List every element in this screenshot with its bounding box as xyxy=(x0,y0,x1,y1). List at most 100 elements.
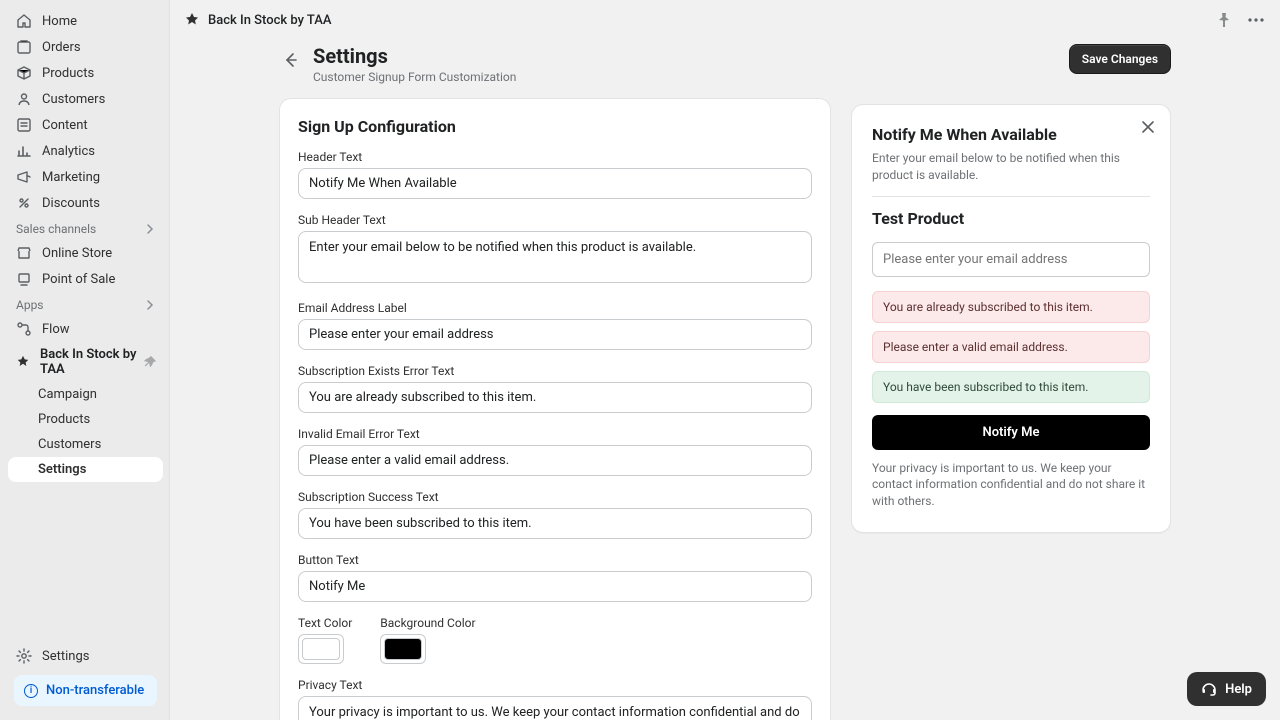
page-title: Settings xyxy=(313,44,516,68)
sidebar-item-label: Analytics xyxy=(42,144,95,159)
sidebar-item-label: Settings xyxy=(38,462,86,477)
card-title: Sign Up Configuration xyxy=(298,117,812,136)
sidebar-item-label: Customers xyxy=(42,92,105,107)
non-transferable-badge[interactable]: i Non-transferable xyxy=(14,675,157,706)
bg-color-value xyxy=(384,638,422,660)
pin-icon[interactable] xyxy=(143,355,157,369)
button-text-label: Button Text xyxy=(298,553,812,567)
sidebar-item-label: Point of Sale xyxy=(42,272,115,287)
sub-header-label: Sub Header Text xyxy=(298,213,812,227)
sidebar-item-online-store[interactable]: Online Store xyxy=(8,240,163,266)
more-icon[interactable] xyxy=(1246,10,1266,30)
preview-card: Notify Me When Available Enter your emai… xyxy=(851,104,1171,533)
sidebar-item-label: Campaign xyxy=(38,387,97,402)
orders-icon xyxy=(16,39,32,55)
store-icon xyxy=(16,245,32,261)
app-logo-icon xyxy=(184,12,200,28)
sidebar-item-label: Products xyxy=(38,412,90,427)
sidebar-item-settings-footer[interactable]: Settings xyxy=(8,643,163,669)
app-subnav-customers[interactable]: Customers xyxy=(8,432,163,457)
sidebar-item-label: Orders xyxy=(42,40,81,55)
preview-privacy-text: Your privacy is important to us. We keep… xyxy=(872,460,1150,510)
privacy-text-label: Privacy Text xyxy=(298,678,812,692)
apps-label: Apps xyxy=(16,298,44,312)
preview-title: Notify Me When Available xyxy=(872,125,1150,144)
sidebar: Home Orders Products Customers Content Analyt… xyxy=(0,0,170,720)
preview-description: Enter your email below to be notified wh… xyxy=(872,150,1150,197)
exists-error-input[interactable] xyxy=(298,382,812,413)
sidebar-item-content[interactable]: Content xyxy=(8,112,163,138)
chevron-right-icon xyxy=(145,300,155,310)
header-text-input[interactable] xyxy=(298,168,812,199)
email-label-input[interactable] xyxy=(298,319,812,350)
bg-color-label: Background Color xyxy=(380,616,475,630)
sidebar-item-label: Products xyxy=(42,66,94,81)
customers-icon xyxy=(16,91,32,107)
bg-color-swatch[interactable] xyxy=(380,634,426,664)
app-icon xyxy=(16,355,30,369)
flow-icon xyxy=(16,321,32,337)
headset-icon xyxy=(1201,681,1217,697)
sidebar-item-flow[interactable]: Flow xyxy=(8,316,163,342)
email-label-label: Email Address Label xyxy=(298,301,812,315)
sidebar-item-label: Online Store xyxy=(42,246,112,261)
app-subnav-campaign[interactable]: Campaign xyxy=(8,382,163,407)
text-color-label: Text Color xyxy=(298,616,352,630)
sidebar-item-marketing[interactable]: Marketing xyxy=(8,164,163,190)
text-color-swatch[interactable] xyxy=(298,634,344,664)
pos-icon xyxy=(16,271,32,287)
preview-product-name: Test Product xyxy=(872,209,1150,228)
close-icon[interactable] xyxy=(1140,119,1156,135)
chevron-right-icon xyxy=(145,224,155,234)
badge-label: Non-transferable xyxy=(46,683,144,698)
content-icon xyxy=(16,117,32,133)
sales-channels-label: Sales channels xyxy=(16,222,96,236)
sidebar-item-discounts[interactable]: Discounts xyxy=(8,190,163,216)
sidebar-item-point-of-sale[interactable]: Point of Sale xyxy=(8,266,163,292)
sidebar-item-orders[interactable]: Orders xyxy=(8,34,163,60)
sidebar-item-home[interactable]: Home xyxy=(8,8,163,34)
gear-icon xyxy=(16,648,32,664)
save-changes-button[interactable]: Save Changes xyxy=(1069,44,1171,74)
preview-email-input[interactable] xyxy=(872,242,1150,277)
exists-error-label: Subscription Exists Error Text xyxy=(298,364,812,378)
marketing-icon xyxy=(16,169,32,185)
sidebar-item-label: Discounts xyxy=(42,196,100,211)
sidebar-item-label: Home xyxy=(42,14,77,29)
sidebar-item-customers[interactable]: Customers xyxy=(8,86,163,112)
discounts-icon xyxy=(16,195,32,211)
success-text-label: Subscription Success Text xyxy=(298,490,812,504)
preview-success: You have been subscribed to this item. xyxy=(872,371,1150,403)
preview-notify-button[interactable]: Notify Me xyxy=(872,415,1150,450)
topbar-app-name: Back In Stock by TAA xyxy=(208,13,331,28)
sales-channels-header[interactable]: Sales channels xyxy=(8,216,163,240)
text-color-value xyxy=(302,638,340,660)
back-arrow-icon[interactable] xyxy=(279,48,303,72)
info-icon: i xyxy=(24,684,38,698)
sub-header-input[interactable] xyxy=(298,231,812,283)
pin-icon[interactable] xyxy=(1214,10,1234,30)
success-text-input[interactable] xyxy=(298,508,812,539)
sidebar-item-label: Marketing xyxy=(42,170,100,185)
sidebar-item-label: Flow xyxy=(42,322,70,337)
sidebar-item-label: Customers xyxy=(38,437,101,452)
sidebar-item-products[interactable]: Products xyxy=(8,60,163,86)
app-subnav-products[interactable]: Products xyxy=(8,407,163,432)
sidebar-item-label: Settings xyxy=(42,649,89,664)
signup-config-card: Sign Up Configuration Header Text Sub He… xyxy=(279,98,831,720)
sidebar-item-analytics[interactable]: Analytics xyxy=(8,138,163,164)
products-icon xyxy=(16,65,32,81)
help-button[interactable]: Help xyxy=(1187,672,1266,706)
invalid-email-input[interactable] xyxy=(298,445,812,476)
preview-error-exists: You are already subscribed to this item. xyxy=(872,291,1150,323)
button-text-input[interactable] xyxy=(298,571,812,602)
analytics-icon xyxy=(16,143,32,159)
privacy-text-input[interactable] xyxy=(298,696,812,720)
invalid-email-label: Invalid Email Error Text xyxy=(298,427,812,441)
header-text-label: Header Text xyxy=(298,150,812,164)
sidebar-item-label: Content xyxy=(42,118,88,133)
app-subnav-settings[interactable]: Settings xyxy=(8,457,163,482)
topbar: Back In Stock by TAA xyxy=(170,0,1280,40)
apps-header[interactable]: Apps xyxy=(8,292,163,316)
preview-error-invalid: Please enter a valid email address. xyxy=(872,331,1150,363)
